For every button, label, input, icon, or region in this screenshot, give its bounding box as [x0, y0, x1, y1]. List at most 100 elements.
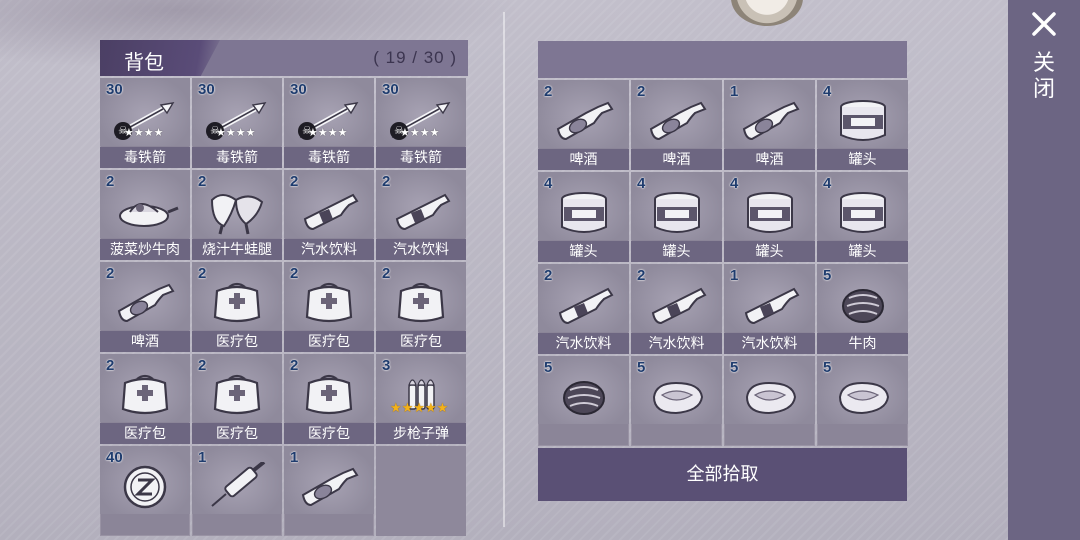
- loot-slot[interactable]: 4 罐头: [817, 80, 908, 170]
- backpack-slot[interactable]: ☠ ★★★★ 30 毒铁箭: [284, 78, 374, 168]
- backpack-slot[interactable]: 2 汽水饮料: [376, 170, 466, 260]
- item-name: 啤酒: [538, 149, 629, 170]
- backpack-slot[interactable]: 1: [192, 446, 282, 536]
- item-quantity: 2: [106, 357, 115, 374]
- backpack-slot[interactable]: ☠ ★★★★ 30 毒铁箭: [376, 78, 466, 168]
- item-name: 啤酒: [724, 149, 815, 170]
- item-quantity: 2: [637, 83, 646, 100]
- loot-slot[interactable]: 5: [631, 356, 722, 446]
- item-name: 啤酒: [100, 331, 190, 352]
- loot-slot[interactable]: 4 罐头: [538, 172, 629, 262]
- soda-bottle-icon: [558, 288, 613, 325]
- loot-slot[interactable]: 1 汽水饮料: [724, 264, 815, 354]
- backpack-slot[interactable]: ☠ ★★★★ 30 毒铁箭: [192, 78, 282, 168]
- backpack-slot[interactable]: 2 医疗包: [192, 354, 282, 444]
- item-quantity: 30: [198, 81, 215, 98]
- loot-slot[interactable]: 5: [724, 356, 815, 446]
- loot-slot[interactable]: 5: [817, 356, 908, 446]
- slot-background: [376, 446, 466, 536]
- item-quantity: 40: [106, 449, 123, 466]
- close-label[interactable]: 关闭: [1031, 50, 1057, 102]
- syringe-icon: [211, 462, 266, 508]
- medkit-icon: [213, 375, 261, 415]
- loot-header: [538, 41, 907, 78]
- loot-slot[interactable]: 4 罐头: [724, 172, 815, 262]
- rarity-stars: ★★★★: [216, 127, 256, 139]
- item-quantity: 5: [637, 359, 646, 376]
- item-quantity: 1: [198, 449, 207, 466]
- loot-slot[interactable]: 5: [538, 356, 629, 446]
- item-quantity: 3: [382, 357, 391, 374]
- item-name: 毒铁箭: [284, 147, 374, 168]
- item-name: 罐头: [538, 241, 629, 262]
- beef-icon: [841, 289, 884, 324]
- item-name: 医疗包: [192, 423, 282, 444]
- loot-slot[interactable]: 5 牛肉: [817, 264, 908, 354]
- loot-slot[interactable]: 2 汽水饮料: [538, 264, 629, 354]
- loot-slot[interactable]: 4 罐头: [817, 172, 908, 262]
- pickup-all-button[interactable]: 全部拾取: [538, 448, 907, 501]
- item-quantity: 1: [730, 267, 739, 284]
- loot-grid: 2 啤酒 2 啤酒 1 啤酒 4 罐头 4 罐头 4 罐头 4 罐头 4 罐头 2 汽水饮料 2 汽水饮料 1 汽水饮料 5…: [538, 80, 908, 446]
- rarity-stars: ★★★★★: [390, 400, 449, 415]
- backpack-slot[interactable]: 2 菠菜炒牛肉: [100, 170, 190, 260]
- item-quantity: 1: [730, 83, 739, 100]
- loot-slot[interactable]: 1 啤酒: [724, 80, 815, 170]
- backpack-title: 背包: [124, 52, 164, 74]
- rarity-stars: ★★★★: [308, 127, 348, 139]
- item-name: 步枪子弹: [376, 423, 466, 444]
- item-quantity: 2: [290, 357, 299, 374]
- backpack-slot[interactable]: 2 医疗包: [284, 262, 374, 352]
- loot-slot[interactable]: 4 罐头: [631, 172, 722, 262]
- loot-slot[interactable]: 2 啤酒: [538, 80, 629, 170]
- item-name: 毒铁箭: [192, 147, 282, 168]
- backpack-slot[interactable]: 2 烧汁牛蛙腿: [192, 170, 282, 260]
- item-name: 汽水饮料: [376, 239, 466, 260]
- item-name: 菠菜炒牛肉: [100, 239, 190, 260]
- item-quantity: 4: [823, 175, 832, 192]
- backpack-slot[interactable]: 2 汽水饮料: [284, 170, 374, 260]
- item-quantity: 2: [382, 173, 391, 190]
- backpack-slot[interactable]: ★★★★★ 3 步枪子弹: [376, 354, 466, 444]
- backpack-slot[interactable]: 2 医疗包: [100, 354, 190, 444]
- backpack-slot[interactable]: 40: [100, 446, 190, 536]
- backpack-slot[interactable]: ☠ ★★★★ 30 毒铁箭: [100, 78, 190, 168]
- item-quantity: 2: [106, 173, 115, 190]
- item-name: 毒铁箭: [376, 147, 466, 168]
- close-icon[interactable]: [1030, 10, 1058, 38]
- backpack-slot[interactable]: 2 医疗包: [192, 262, 282, 352]
- item-quantity: 5: [730, 359, 739, 376]
- item-name: 汽水饮料: [631, 333, 722, 354]
- panel-divider: [503, 12, 505, 527]
- item-quantity: 5: [544, 359, 553, 376]
- backpack-slot[interactable]: 2 啤酒: [100, 262, 190, 352]
- item-quantity: 4: [823, 83, 832, 100]
- backpack-capacity: ( 19 / 30 ): [373, 48, 457, 67]
- item-quantity: 2: [198, 357, 207, 374]
- item-name: 罐头: [724, 241, 815, 262]
- item-name: 罐头: [817, 241, 908, 262]
- rarity-stars: ★★★★: [124, 127, 164, 139]
- backpack-slot[interactable]: 2 医疗包: [376, 262, 466, 352]
- backpack-slot[interactable]: [376, 446, 466, 536]
- canned-food-icon: [746, 192, 793, 234]
- steak-icon: [838, 382, 889, 415]
- canned-food-icon: [560, 192, 607, 234]
- item-quantity: 2: [544, 267, 553, 284]
- rarity-stars: ★★★★: [400, 127, 440, 139]
- steak-icon: [652, 382, 703, 415]
- item-quantity: 30: [106, 81, 123, 98]
- coin-icon: [123, 466, 167, 509]
- soda-bottle-icon: [651, 288, 706, 325]
- loot-slot[interactable]: 2 汽水饮料: [631, 264, 722, 354]
- item-quantity: 4: [544, 175, 553, 192]
- item-name: 罐头: [631, 241, 722, 262]
- backpack-slot[interactable]: 1: [284, 446, 374, 536]
- beer-bottle-icon: [117, 284, 175, 323]
- medkit-icon: [397, 283, 445, 323]
- beef-icon: [562, 381, 605, 416]
- loot-slot[interactable]: 2 啤酒: [631, 80, 722, 170]
- backpack-slot[interactable]: 2 医疗包: [284, 354, 374, 444]
- item-name: 医疗包: [376, 331, 466, 352]
- soda-bottle-icon: [303, 194, 359, 231]
